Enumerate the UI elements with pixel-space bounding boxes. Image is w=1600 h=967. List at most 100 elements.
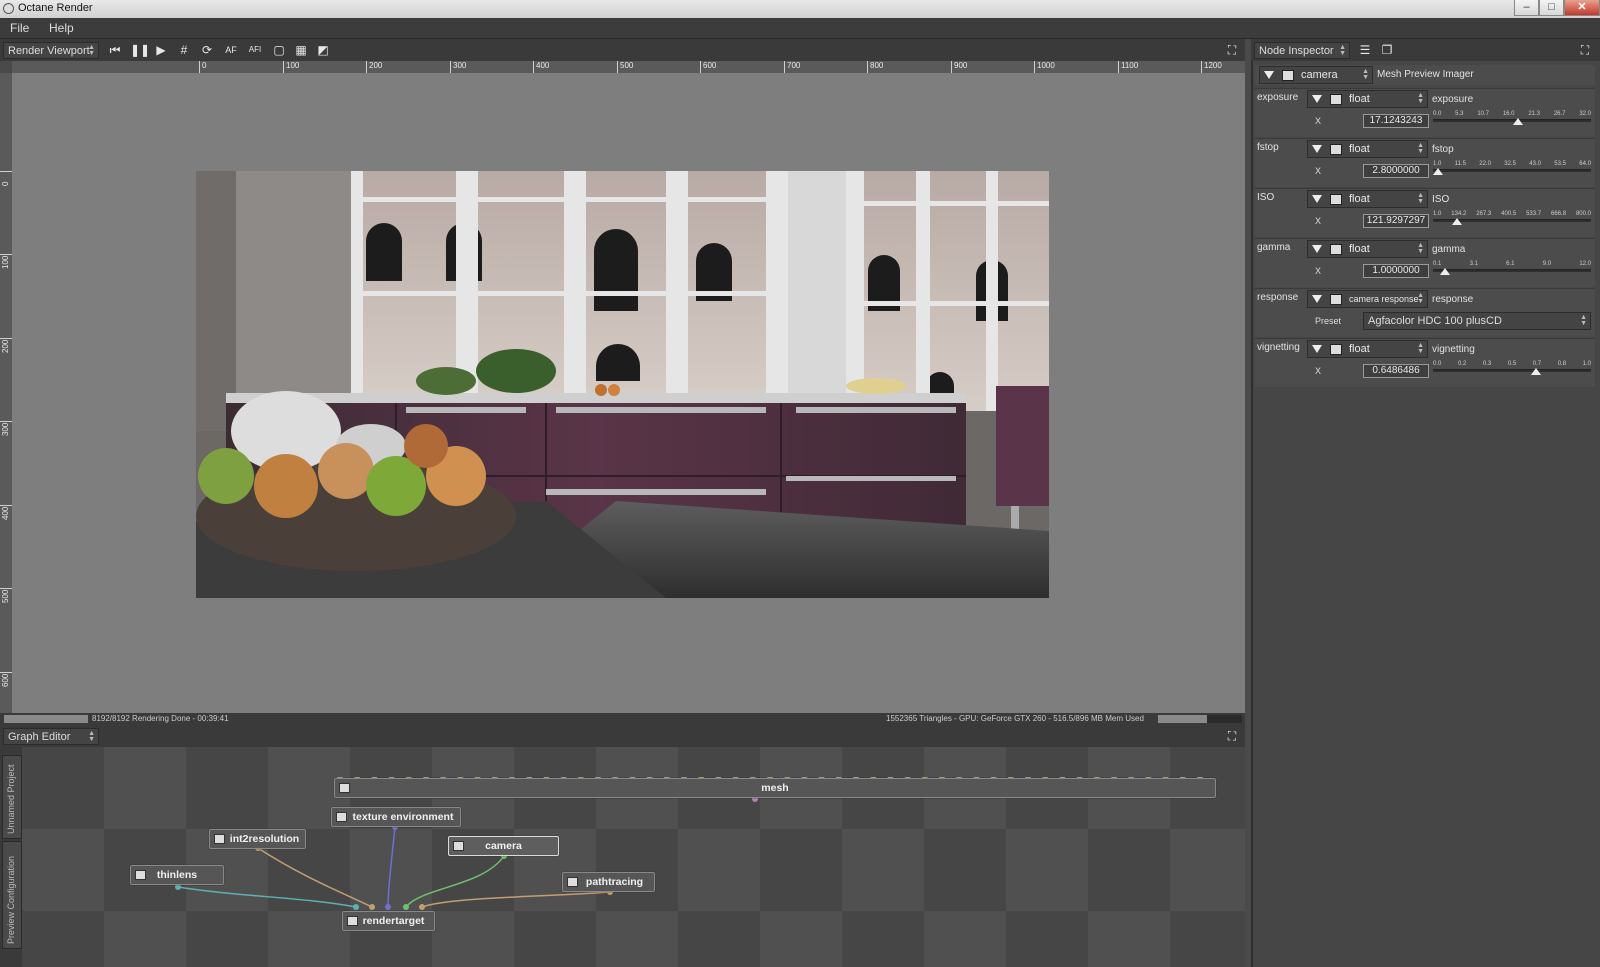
slider-ticks: 0.0 5.3 10.7 16.0 21.3 26.7 32.0 bbox=[1433, 111, 1591, 117]
collapse-all-icon[interactable]: ☰ bbox=[1356, 42, 1374, 58]
slider-thumb[interactable] bbox=[1439, 268, 1450, 275]
param-name: vignetting bbox=[1432, 344, 1475, 355]
graph-editor-select[interactable]: Graph Editor ▲ ▼ bbox=[3, 728, 99, 745]
edge-camera-rendertarget bbox=[405, 855, 505, 908]
select-arrows-icon: ▲ ▼ bbox=[1417, 292, 1424, 305]
slider-tick-label: 666.8 bbox=[1551, 211, 1567, 217]
param-slider[interactable]: 1.0 134.2 267.3 400.5 533.7 666.8 800.0 bbox=[1433, 211, 1591, 225]
region-icon[interactable]: ▢ bbox=[270, 42, 288, 58]
ruler-tick: 500 bbox=[1, 589, 10, 603]
autofocus-interactive-button[interactable]: AFI bbox=[246, 42, 264, 58]
node-camera[interactable]: camera bbox=[448, 836, 559, 856]
slider-tick-label: 5.3 bbox=[1455, 111, 1464, 117]
close-button[interactable]: ✕ bbox=[1564, 0, 1600, 16]
expand-icon bbox=[1312, 345, 1322, 353]
param-slider[interactable]: 1.0 11.5 22.0 32.5 43.0 53.5 64.0 bbox=[1432, 161, 1591, 175]
slider-ticks: 0.1 3.1 6.1 9.0 12.0 bbox=[1433, 261, 1591, 267]
kitchen-render-image bbox=[196, 171, 1049, 598]
slider-tick-label: 9.0 bbox=[1542, 261, 1552, 267]
slider-thumb[interactable] bbox=[1512, 118, 1523, 125]
ruler-tick: 400 bbox=[1, 506, 10, 520]
param-type-select[interactable]: float ▲ ▼ bbox=[1307, 140, 1428, 158]
thinlens-node-icon bbox=[135, 870, 146, 880]
project-side-tabs: Unnamed Project Preview Configuration bbox=[0, 747, 22, 967]
slider-tick-label: 3.1 bbox=[1469, 261, 1478, 267]
param-type-label: float bbox=[1349, 193, 1370, 205]
app-icon bbox=[3, 3, 14, 14]
param-name: response bbox=[1432, 294, 1474, 305]
graph-maximize-icon[interactable]: ⛶ bbox=[1223, 728, 1241, 744]
pause-icon[interactable]: ❚❚ bbox=[130, 42, 150, 58]
select-arrows-icon: ▲ ▼ bbox=[1417, 342, 1424, 355]
param-value-input[interactable]: 1.0000000 bbox=[1363, 264, 1429, 278]
response-preset-select[interactable]: Agfacolor HDC 100 plusCD ▲ ▼ bbox=[1363, 312, 1591, 330]
tab-unnamed-project[interactable]: Unnamed Project bbox=[2, 755, 22, 839]
grid-icon[interactable]: # bbox=[175, 42, 193, 58]
node-texture-environment[interactable]: texture environment bbox=[331, 807, 461, 827]
node-label: rendertarget bbox=[362, 915, 425, 927]
param-slider[interactable]: 0.1 3.1 6.1 9.0 12.0 bbox=[1433, 261, 1591, 275]
ruler-tick: 400 bbox=[533, 61, 549, 73]
edge-environment-rendertarget bbox=[387, 826, 396, 908]
render-status-text: 8192/8192 Rendering Done - 00:39:41 bbox=[92, 714, 229, 723]
slider-thumb[interactable] bbox=[1432, 168, 1443, 175]
param-slider[interactable]: 0.0 5.3 10.7 16.0 21.3 26.7 32.0 bbox=[1433, 111, 1591, 125]
checker-icon[interactable]: ▦ bbox=[292, 42, 310, 58]
slider-thumb[interactable] bbox=[1451, 218, 1462, 225]
refresh-icon[interactable]: ⟳ bbox=[198, 42, 216, 58]
param-value-input[interactable]: 2.8000000 bbox=[1363, 164, 1429, 178]
rewind-icon[interactable]: ⏮ bbox=[106, 42, 124, 58]
slider-tick-label: 64.0 bbox=[1579, 161, 1591, 167]
alpha-icon[interactable]: ◩ bbox=[314, 42, 332, 58]
node-rendertarget[interactable]: rendertarget bbox=[342, 911, 435, 931]
select-arrows-icon: ▲ ▼ bbox=[1417, 242, 1424, 255]
param-type-select[interactable]: float ▲ ▼ bbox=[1307, 190, 1428, 208]
play-icon[interactable]: ▶ bbox=[152, 42, 170, 58]
node-label: thinlens bbox=[156, 869, 198, 881]
graph-canvas[interactable]: mesh texture environment int2resolution … bbox=[22, 747, 1245, 967]
node-label: texture environment bbox=[352, 811, 454, 823]
param-type-select[interactable]: float ▲ ▼ bbox=[1307, 90, 1428, 108]
window-title: Octane Render bbox=[18, 2, 93, 14]
tab-preview-configuration[interactable]: Preview Configuration bbox=[2, 841, 22, 949]
minimize-button[interactable]: ‒ bbox=[1514, 0, 1539, 16]
render-image[interactable] bbox=[196, 171, 1049, 598]
expand-icon bbox=[1312, 95, 1322, 103]
node-int2resolution[interactable]: int2resolution bbox=[209, 829, 306, 849]
param-type-select[interactable]: camera response ▲ ▼ bbox=[1307, 290, 1428, 308]
float-icon bbox=[1330, 94, 1342, 105]
param-value-input[interactable]: 17.1243243 bbox=[1363, 114, 1429, 128]
ruler-tick: 600 bbox=[700, 61, 716, 73]
expand-icon bbox=[1312, 195, 1322, 203]
environment-node-icon bbox=[336, 812, 347, 822]
ruler-tick: 1200 bbox=[1201, 61, 1222, 73]
menu-file[interactable]: File bbox=[10, 21, 29, 35]
viewport-maximize-icon[interactable]: ⛶ bbox=[1223, 42, 1241, 58]
param-type-select[interactable]: float ▲ ▼ bbox=[1307, 340, 1428, 358]
slider-ticks: 1.0 134.2 267.3 400.5 533.7 666.8 800.0 bbox=[1433, 211, 1591, 217]
param-type-select[interactable]: float ▲ ▼ bbox=[1307, 240, 1428, 258]
slider-thumb[interactable] bbox=[1530, 368, 1541, 375]
node-mesh[interactable]: mesh bbox=[334, 778, 1216, 798]
node-inspector-select[interactable]: Node Inspector ▲ ▼ bbox=[1254, 42, 1350, 59]
menu-help[interactable]: Help bbox=[49, 21, 74, 35]
viewport-mode-select[interactable]: Render Viewport ▲ ▼ bbox=[3, 42, 99, 59]
node-thinlens[interactable]: thinlens bbox=[130, 865, 224, 885]
float-icon bbox=[1330, 344, 1342, 355]
select-arrows-icon: ▲ ▼ bbox=[1362, 68, 1369, 81]
slider-tick-label: 22.0 bbox=[1479, 161, 1491, 167]
pathtracing-node-icon bbox=[567, 877, 578, 887]
param-value-input[interactable]: 0.6486486 bbox=[1363, 364, 1429, 378]
inspector-maximize-icon[interactable]: ⛶ bbox=[1576, 42, 1594, 58]
node-type-select[interactable]: camera ▲ ▼ bbox=[1259, 66, 1373, 84]
slider-ticks: 0.0 0.2 0.3 0.5 0.7 0.8 1.0 bbox=[1433, 361, 1591, 367]
node-pathtracing[interactable]: pathtracing bbox=[562, 872, 655, 892]
param-value-input[interactable]: 121.9297297 bbox=[1363, 214, 1429, 228]
response-icon bbox=[1330, 294, 1342, 305]
maximize-button[interactable]: □ bbox=[1539, 0, 1564, 16]
select-arrows-icon: ▲ ▼ bbox=[1339, 44, 1346, 57]
autofocus-button[interactable]: AF bbox=[222, 42, 240, 58]
param-slider[interactable]: 0.0 0.2 0.3 0.5 0.7 0.8 1.0 bbox=[1433, 361, 1591, 375]
pin-icon[interactable]: ❐ bbox=[1378, 42, 1396, 58]
slider-tick-label: 267.3 bbox=[1476, 211, 1492, 217]
